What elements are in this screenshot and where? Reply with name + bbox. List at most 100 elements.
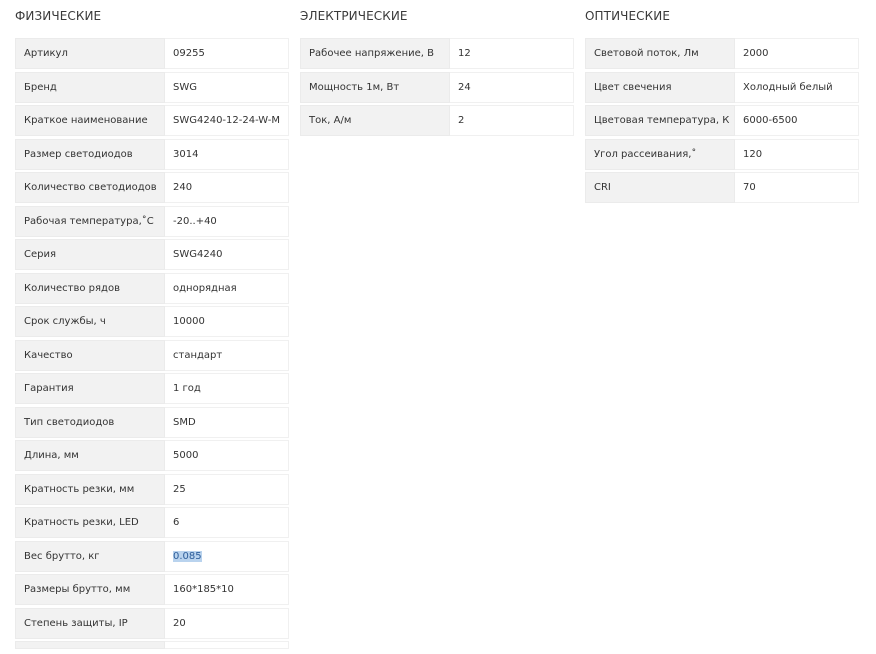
spec-value: 3014: [165, 138, 289, 170]
spec-row: Тип светодиодов SMD: [15, 406, 289, 438]
spec-label: Степень защиты, IP: [15, 607, 165, 639]
physical-section-title: ФИЗИЧЕСКИЕ: [15, 9, 102, 23]
spec-row: Рабочая температура,˚С -20..+40: [15, 205, 289, 237]
spec-row: Цветовая температура, К 6000-6500: [585, 105, 859, 136]
spec-value: 6: [165, 507, 289, 538]
spec-value-text: 09255: [173, 48, 205, 59]
spec-value: 1 год: [165, 373, 289, 404]
spec-label: Размеры брутто, мм: [15, 574, 165, 605]
spec-row: Артикул 09255: [15, 38, 289, 69]
spec-row: Срок службы, ч 10000: [15, 306, 289, 337]
spec-value-text: 12: [458, 48, 471, 59]
spec-value: 5000: [165, 440, 289, 471]
spec-label: Тип светодиодов: [15, 406, 165, 438]
spec-value-text: SMD: [173, 416, 196, 428]
spec-row: Угол рассеивания,˚ 120: [585, 138, 859, 170]
spec-value: 09255: [165, 38, 289, 69]
spec-row: Количество светодиодов 240: [15, 172, 289, 203]
spec-value-text: 120: [743, 148, 763, 160]
optical-specs-table: Световой поток, Лм 2000 Цвет свечения Холод…: [585, 38, 859, 206]
spec-row: Степень защиты, IP 20: [15, 607, 289, 639]
spec-value: 2: [450, 105, 574, 136]
spec-row: CRI 70: [585, 172, 859, 203]
spec-row: Световой поток, Лм 2000: [585, 38, 859, 69]
spec-label: Угол рассеивания,˚: [585, 138, 735, 170]
spec-value: SWG4240: [165, 239, 289, 270]
spec-label: Кратность резки, LED: [15, 507, 165, 538]
spec-value: 25: [165, 473, 289, 505]
spec-row: Цвет свечения Холодный белый: [585, 71, 859, 103]
spec-row: Количество рядов однорядная: [15, 272, 289, 304]
spec-row: Серия SWG4240: [15, 239, 289, 270]
spec-value-text: Холодный белый: [743, 81, 833, 93]
spec-value-text: -20..+40: [173, 215, 217, 227]
spec-row: Гарантия 1 год: [15, 373, 289, 404]
spec-value: 70: [735, 172, 859, 203]
spec-value-text: 1 год: [173, 383, 201, 394]
spec-value: 120: [735, 138, 859, 170]
spec-value-text: 70: [743, 182, 756, 193]
spec-label: Качество: [15, 339, 165, 371]
spec-label: [15, 641, 165, 649]
spec-label: Серия: [15, 239, 165, 270]
spec-row: Кратность резки, мм 25: [15, 473, 289, 505]
spec-row: Размер светодиодов 3014: [15, 138, 289, 170]
spec-value: [165, 641, 289, 649]
spec-label: Световой поток, Лм: [585, 38, 735, 69]
spec-label: Рабочее напряжение, В: [300, 38, 450, 69]
selected-text: 0.085: [173, 550, 202, 562]
spec-value: 160*185*10: [165, 574, 289, 605]
spec-label: Бренд: [15, 71, 165, 103]
spec-row: Мощность 1м, Вт 24: [300, 71, 574, 103]
spec-row: Рабочее напряжение, В 12: [300, 38, 574, 69]
spec-row-partial: [15, 641, 289, 649]
spec-label: CRI: [585, 172, 735, 203]
spec-label: Вес брутто, кг: [15, 540, 165, 572]
spec-value: 0.085: [165, 540, 289, 572]
spec-value: 12: [450, 38, 574, 69]
spec-value-text: 240: [173, 182, 193, 193]
spec-label: Рабочая температура,˚С: [15, 205, 165, 237]
spec-value-text: 24: [458, 81, 471, 93]
spec-value: 2000: [735, 38, 859, 69]
spec-value-text: стандарт: [173, 349, 223, 361]
spec-value-text: 5000: [173, 450, 199, 461]
spec-label: Длина, мм: [15, 440, 165, 471]
spec-value-text: 160*185*10: [173, 584, 234, 595]
spec-label: Ток, А/м: [300, 105, 450, 136]
spec-value: 24: [450, 71, 574, 103]
spec-row: Краткое наименование SWG4240-12-24-W-M: [15, 105, 289, 136]
spec-label: Гарантия: [15, 373, 165, 404]
spec-label: Цвет свечения: [585, 71, 735, 103]
spec-label: Краткое наименование: [15, 105, 165, 136]
spec-row: Бренд SWG: [15, 71, 289, 103]
spec-label: Цветовая температура, К: [585, 105, 735, 136]
spec-row: Качество стандарт: [15, 339, 289, 371]
spec-value-text: 25: [173, 483, 186, 495]
spec-value-text: 2: [458, 115, 465, 126]
spec-label: Количество рядов: [15, 272, 165, 304]
spec-label: Мощность 1м, Вт: [300, 71, 450, 103]
spec-row: Ток, А/м 2: [300, 105, 574, 136]
spec-row: Размеры брутто, мм 160*185*10: [15, 574, 289, 605]
spec-value-text: SWG: [173, 81, 197, 93]
spec-value: SWG4240-12-24-W-M: [165, 105, 289, 136]
spec-value: 10000: [165, 306, 289, 337]
spec-value: 20: [165, 607, 289, 639]
spec-value: Холодный белый: [735, 71, 859, 103]
spec-value-text: 10000: [173, 316, 205, 327]
electrical-section-title: ЭЛЕКТРИЧЕСКИЕ: [300, 9, 408, 23]
spec-value-text: SWG4240: [173, 249, 223, 260]
spec-value: стандарт: [165, 339, 289, 371]
spec-value: 6000-6500: [735, 105, 859, 136]
spec-value-text: однорядная: [173, 282, 237, 294]
spec-value: -20..+40: [165, 205, 289, 237]
spec-value-text: SWG4240-12-24-W-M: [173, 115, 281, 126]
spec-row: Кратность резки, LED 6: [15, 507, 289, 538]
spec-value-text: 20: [173, 617, 186, 629]
spec-label: Артикул: [15, 38, 165, 69]
physical-specs-table: Артикул 09255 Бренд SWG Краткое наименование…: [15, 38, 289, 652]
spec-value-text: 6: [173, 517, 180, 528]
spec-value: SMD: [165, 406, 289, 438]
spec-value: SWG: [165, 71, 289, 103]
